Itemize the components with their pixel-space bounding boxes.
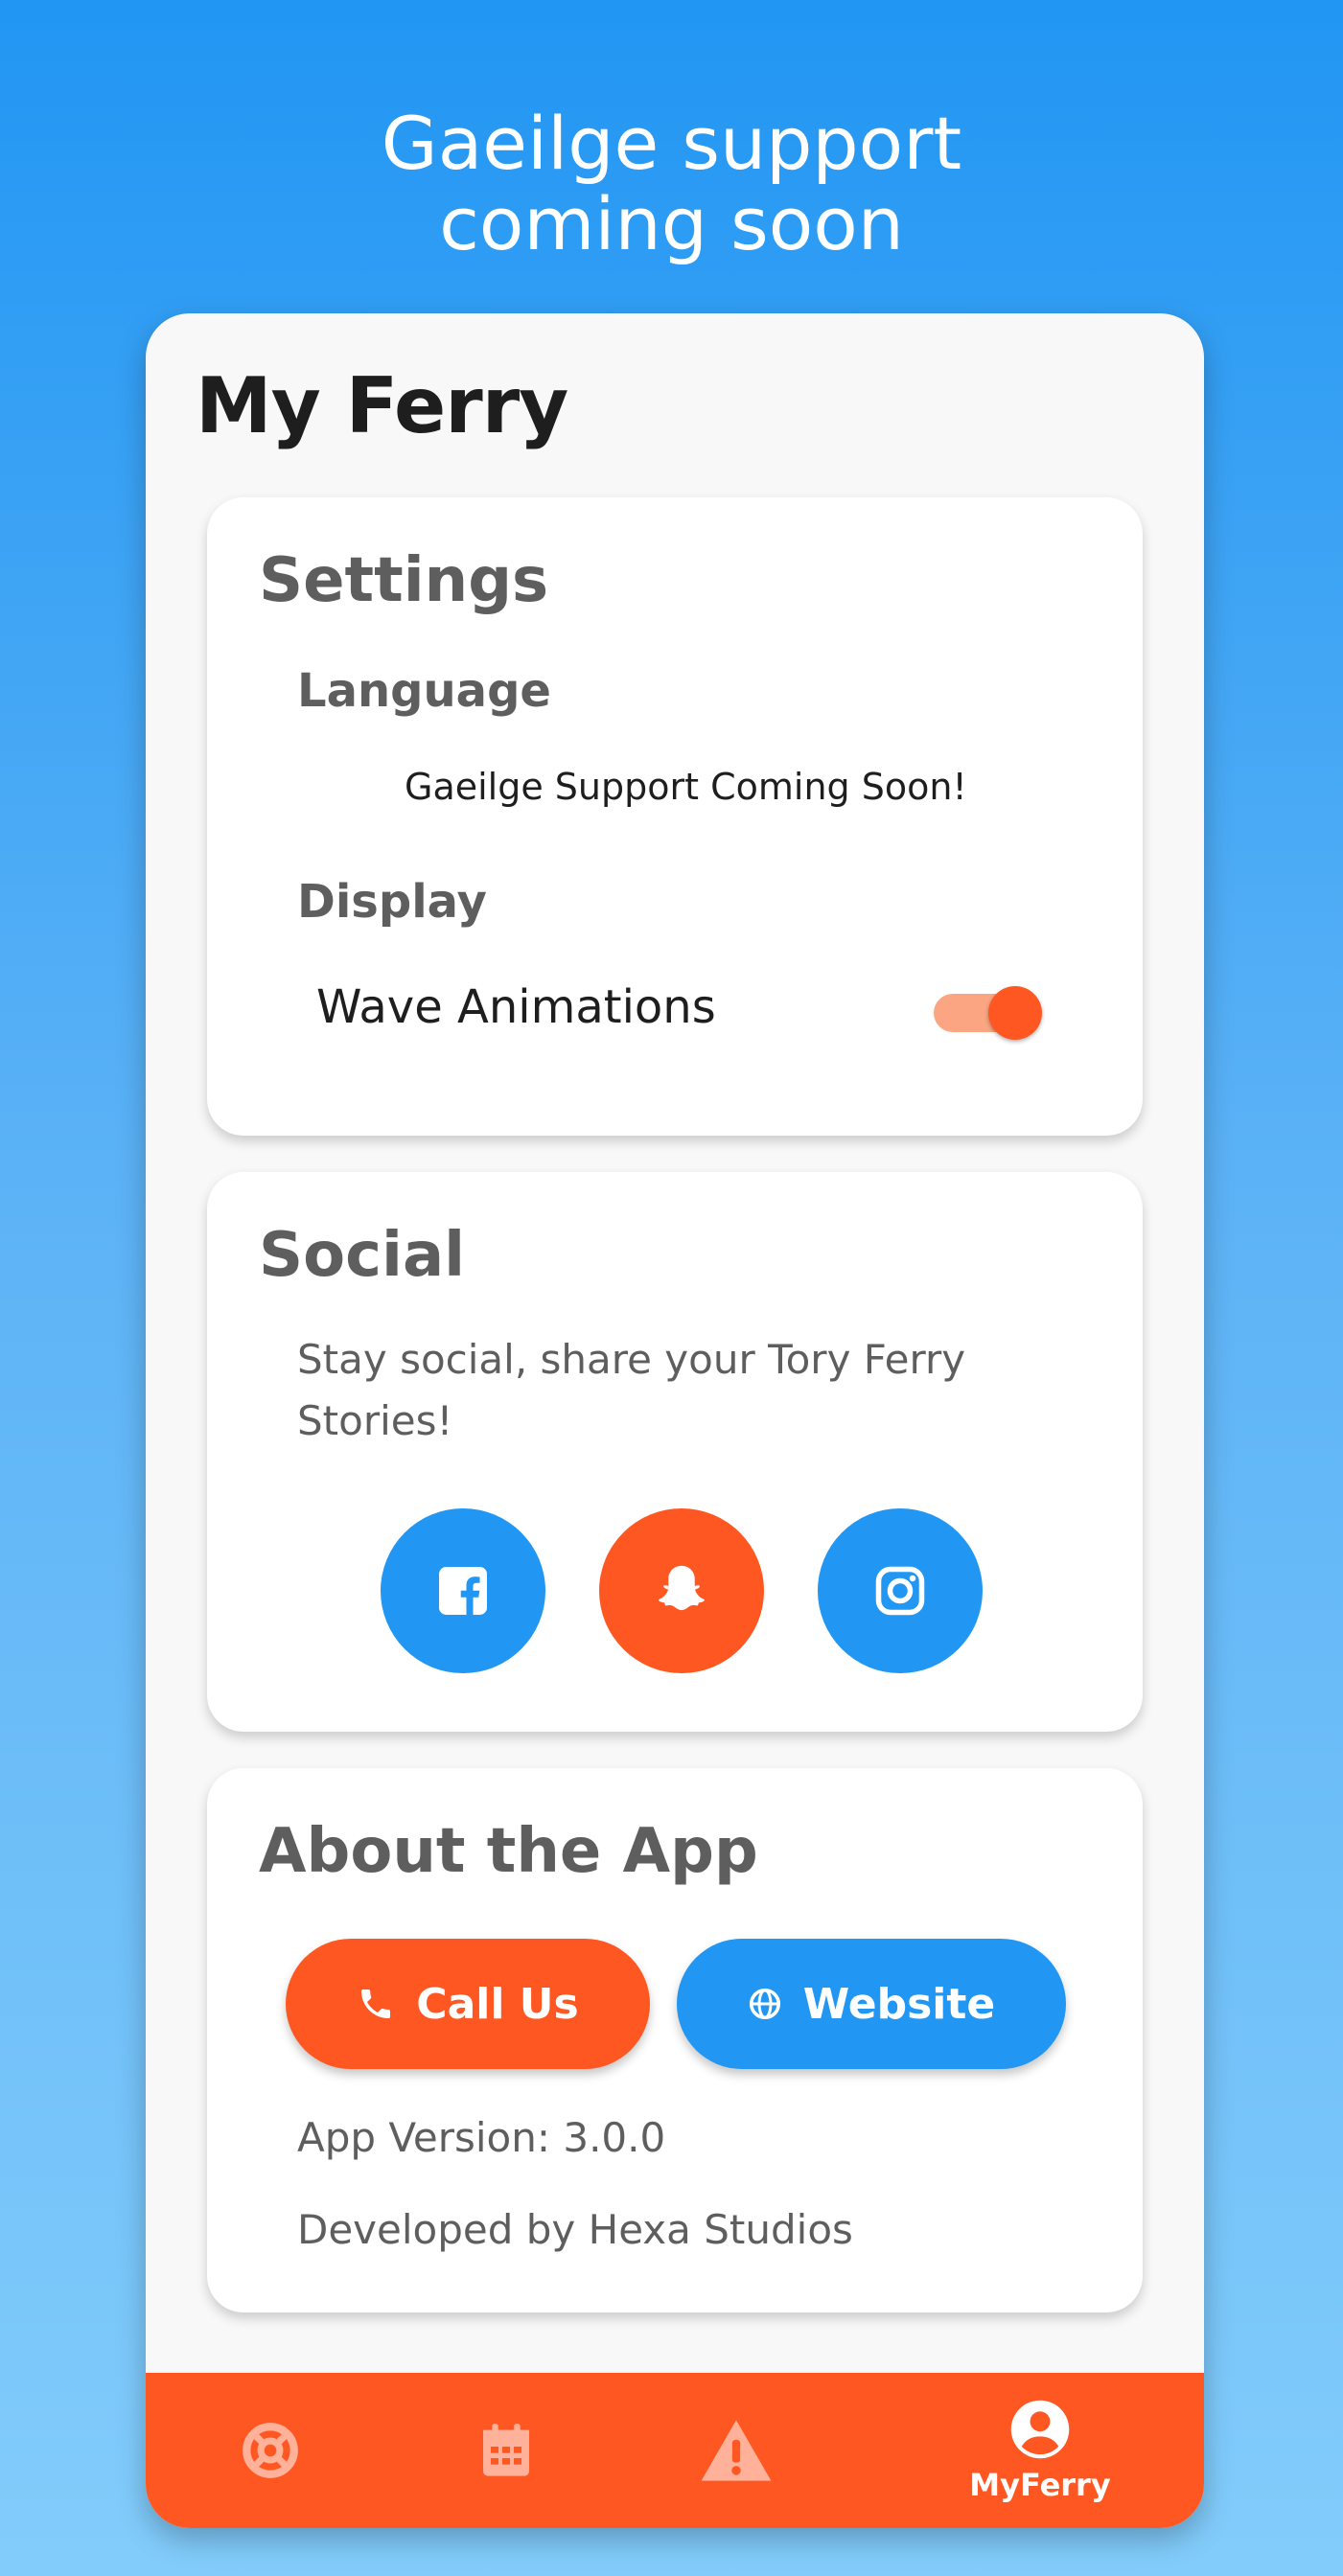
nav-label-myferry: MyFerry xyxy=(969,2467,1111,2503)
display-heading: Display xyxy=(297,875,487,929)
instagram-icon xyxy=(875,1566,925,1616)
nav-item-myferry[interactable]: MyFerry xyxy=(949,2373,1131,2528)
about-title: About the App xyxy=(259,1816,758,1887)
snapchat-icon xyxy=(659,1565,705,1611)
nav-item-calendar[interactable] xyxy=(439,2373,573,2528)
calendar-icon xyxy=(483,2424,529,2476)
promo-headline-line-1: Gaeilge support xyxy=(381,101,962,186)
warning-icon xyxy=(701,2420,772,2481)
social-description: Stay social, share your Tory Ferry Stori… xyxy=(297,1329,965,1452)
promo-headline-line-2: coming soon xyxy=(439,181,904,266)
social-description-line-1: Stay social, share your Tory Ferry xyxy=(297,1336,966,1383)
page-title: My Ferry xyxy=(196,361,568,450)
nav-item-alerts[interactable] xyxy=(669,2373,803,2528)
settings-title: Settings xyxy=(259,545,549,616)
facebook-button[interactable] xyxy=(381,1508,545,1673)
account-icon xyxy=(1010,2400,1070,2459)
phone-icon xyxy=(361,1990,391,2018)
lifebuoy-icon xyxy=(243,2423,298,2478)
globe-icon xyxy=(749,1988,780,2020)
website-button[interactable]: Website xyxy=(677,1939,1066,2069)
toggle-knob[interactable] xyxy=(988,986,1042,1040)
social-title: Social xyxy=(259,1220,466,1291)
wave-animations-label: Wave Animations xyxy=(316,980,716,1034)
about-card: About the App Call Us Website App Versio… xyxy=(207,1768,1143,2312)
language-status-text: Gaeilge Support Coming Soon! xyxy=(405,766,967,808)
developer-text: Developed by Hexa Studios xyxy=(297,2206,853,2253)
instagram-button[interactable] xyxy=(818,1508,983,1673)
snapchat-button[interactable] xyxy=(599,1508,764,1673)
social-description-line-2: Stories! xyxy=(297,1397,453,1444)
phone-screen: My Ferry Settings Language Gaeilge Suppo… xyxy=(146,313,1204,2528)
facebook-icon xyxy=(439,1567,487,1615)
social-card: Social Stay social, share your Tory Ferr… xyxy=(207,1172,1143,1732)
bottom-navigation: MyFerry xyxy=(146,2373,1204,2528)
call-us-label: Call Us xyxy=(416,1979,579,2029)
language-heading: Language xyxy=(297,664,551,718)
call-us-button[interactable]: Call Us xyxy=(286,1939,650,2069)
website-label: Website xyxy=(802,1979,996,2029)
app-version-text: App Version: 3.0.0 xyxy=(297,2114,666,2161)
nav-item-lifebuoy[interactable] xyxy=(203,2373,337,2528)
promo-headline: Gaeilge support coming soon xyxy=(0,104,1343,264)
settings-card: Settings Language Gaeilge Support Coming… xyxy=(207,497,1143,1136)
